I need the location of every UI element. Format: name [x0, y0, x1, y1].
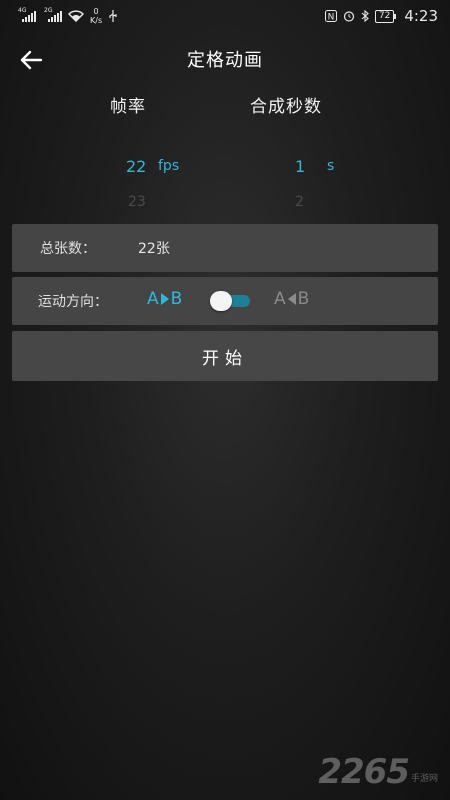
total-count-panel: 总张数： 22张 — [12, 224, 438, 272]
direction-panel: 运动方向： A B A B — [12, 277, 438, 325]
seconds-unit: s — [327, 158, 335, 174]
seconds-label: 合成秒数 — [250, 97, 322, 117]
status-time: 4:23 — [404, 7, 438, 25]
page-title: 定格动画 — [187, 50, 263, 71]
direction-ab-b: B — [170, 289, 183, 309]
watermark-logo: 2265 手游网 — [318, 752, 438, 792]
status-bar: 4G 2G 0 K/s N 72 4:23 — [0, 0, 450, 32]
seconds-picker-selected[interactable]: 1 — [295, 157, 305, 176]
total-count-label: 总张数： — [40, 241, 96, 257]
direction-b-to-a[interactable]: A B — [274, 289, 309, 309]
fps-picker-selected[interactable]: 22 — [126, 157, 146, 176]
network-type-1: 4G — [18, 7, 27, 14]
fps-picker-next[interactable]: 23 — [128, 194, 146, 210]
net-speed-value: 0 — [93, 7, 99, 16]
direction-label: 运动方向： — [38, 294, 108, 310]
nfc-icon: N — [324, 10, 337, 23]
net-speed-unit: K/s — [90, 16, 103, 25]
direction-ab-a: A — [147, 289, 159, 309]
arrow-left-small-icon — [287, 293, 296, 305]
svg-text:N: N — [327, 13, 334, 23]
net-speed: 0 K/s — [90, 7, 102, 25]
usb-icon — [109, 10, 117, 22]
fps-unit: fps — [158, 158, 180, 174]
status-bar-left: 4G 2G 0 K/s — [18, 7, 118, 25]
status-bar-right: N 72 4:23 — [324, 7, 438, 25]
total-count-value: 22张 — [138, 241, 170, 257]
toggle-knob — [210, 291, 232, 311]
direction-ba-b: B — [297, 289, 310, 309]
network-type-2: 2G — [44, 7, 53, 14]
start-button[interactable]: 开始 — [12, 331, 438, 381]
header: 定格动画 — [0, 38, 450, 82]
direction-ba-a: A — [274, 289, 286, 309]
wifi-icon — [68, 10, 84, 22]
alarm-icon — [343, 11, 354, 22]
seconds-picker-next[interactable]: 2 — [295, 194, 304, 210]
watermark-number: 2265 — [318, 752, 410, 792]
direction-toggle[interactable] — [210, 291, 250, 311]
bluetooth-icon — [361, 10, 369, 22]
watermark-sub: 手游网 — [410, 774, 438, 784]
signal-icon: 4G — [18, 7, 36, 22]
arrow-right-icon — [160, 293, 169, 305]
direction-a-to-b[interactable]: A B — [147, 289, 182, 309]
fps-label: 帧率 — [110, 97, 146, 117]
signal-icon-2: 2G — [44, 7, 62, 22]
battery-icon: 72 — [374, 9, 397, 23]
